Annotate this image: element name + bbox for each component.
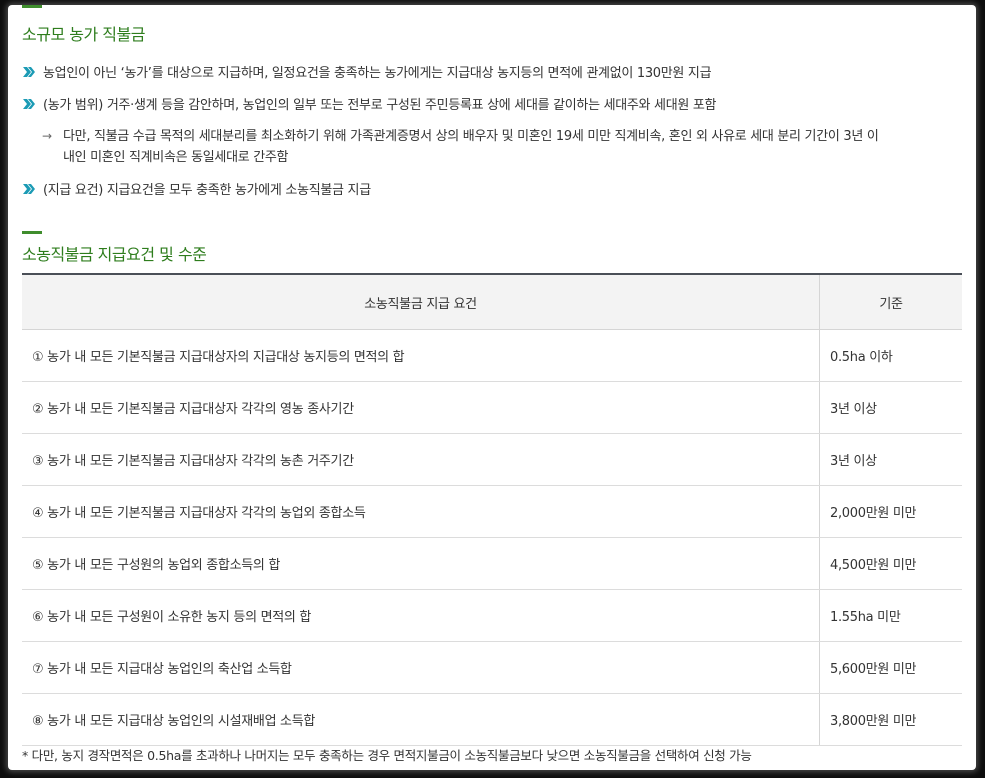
bullet-item: (농가 범위) 거주·생계 등을 감안하며, 농업인의 일부 또는 전부로 구성… — [22, 94, 716, 113]
sub-note: → 다만, 직불금 수급 목적의 세대분리를 최소화하기 위해 가족관계증명서 … — [42, 126, 962, 168]
bullet-item: (지급 요건) 지급요건을 모두 충족한 농가에게 소농직불금 지급 — [22, 179, 371, 198]
table-row: ⑤ 농가 내 모든 구성원의 농업외 종합소득의 합 4,500만원 미만 — [22, 537, 962, 590]
requirement-cell: ⑥ 농가 내 모든 구성원이 소유한 농지 등의 면적의 합 — [22, 589, 820, 642]
requirements-table: 소농직불금 지급 요건 기준 ① 농가 내 모든 기본직불금 지급대상자의 지급… — [22, 273, 962, 746]
footnote: * 다만, 농지 경작면적은 0.5ha를 초과하나 나머지는 모두 충족하는 … — [22, 748, 752, 763]
header-standard: 기준 — [819, 273, 962, 330]
requirement-cell: ⑤ 농가 내 모든 구성원의 농업외 종합소득의 합 — [22, 537, 820, 590]
requirement-cell: ③ 농가 내 모든 기본직불금 지급대상자 각각의 농촌 거주기간 — [22, 433, 820, 486]
arrow-icon: → — [42, 129, 52, 143]
table-body: ① 농가 내 모든 기본직불금 지급대상자의 지급대상 농지등의 면적의 합 0.… — [22, 329, 962, 746]
sub-note-line-2: 내인 미혼인 직계비속은 동일세대로 간주함 — [63, 150, 289, 165]
standard-cell: 4,500만원 미만 — [819, 537, 962, 590]
table-row: ⑥ 농가 내 모든 구성원이 소유한 농지 등의 면적의 합 1.55ha 미만 — [22, 589, 962, 642]
standard-cell: 3년 이상 — [819, 433, 962, 486]
bullet-text: 농업인이 아닌 ‘농가’를 대상으로 지급하며, 일정요건을 충족하는 농가에게… — [43, 66, 712, 81]
section-title-small-farm: 소규모 농가 직불금 — [22, 25, 145, 44]
table-row: ⑦ 농가 내 모든 지급대상 농업인의 축산업 소득합 5,600만원 미만 — [22, 641, 962, 694]
header-requirement: 소농직불금 지급 요건 — [22, 273, 820, 330]
bullet-text: (지급 요건) 지급요건을 모두 충족한 농가에게 소농직불금 지급 — [43, 183, 371, 198]
requirement-cell: ⑦ 농가 내 모든 지급대상 농업인의 축산업 소득합 — [22, 641, 820, 694]
bullet-text: (농가 범위) 거주·생계 등을 감안하며, 농업인의 일부 또는 전부로 구성… — [43, 98, 717, 113]
requirement-cell: ⑧ 농가 내 모든 지급대상 농업인의 시설재배업 소득합 — [22, 693, 820, 746]
double-chevron-icon — [23, 67, 35, 77]
standard-cell: 0.5ha 이하 — [819, 329, 962, 382]
requirement-cell: ① 농가 내 모든 기본직불금 지급대상자의 지급대상 농지등의 면적의 합 — [22, 329, 820, 382]
table-row: ③ 농가 내 모든 기본직불금 지급대상자 각각의 농촌 거주기간 3년 이상 — [22, 433, 962, 486]
sub-note-line-1: 다만, 직불금 수급 목적의 세대분리를 최소화하기 위해 가족관계증명서 상의… — [63, 129, 879, 144]
standard-cell: 1.55ha 미만 — [819, 589, 962, 642]
requirement-cell: ④ 농가 내 모든 기본직불금 지급대상자 각각의 농업외 종합소득 — [22, 485, 820, 538]
section-accent-bar — [22, 5, 42, 8]
double-chevron-icon — [23, 184, 35, 194]
table-header-row: 소농직불금 지급 요건 기준 — [22, 273, 962, 330]
table-row: ① 농가 내 모든 기본직불금 지급대상자의 지급대상 농지등의 면적의 합 0.… — [22, 329, 962, 382]
standard-cell: 5,600만원 미만 — [819, 641, 962, 694]
section-accent-bar — [22, 231, 42, 234]
table-row: ② 농가 내 모든 기본직불금 지급대상자 각각의 영농 종사기간 3년 이상 — [22, 381, 962, 434]
section-title-requirements: 소농직불금 지급요건 및 수준 — [22, 245, 207, 264]
standard-cell: 3,800만원 미만 — [819, 693, 962, 746]
double-chevron-icon — [23, 99, 35, 109]
standard-cell: 2,000만원 미만 — [819, 485, 962, 538]
standard-cell: 3년 이상 — [819, 381, 962, 434]
document-frame: 소규모 농가 직불금 농업인이 아닌 ‘농가’를 대상으로 지급하며, 일정요건… — [8, 5, 976, 770]
bullet-item: 농업인이 아닌 ‘농가’를 대상으로 지급하며, 일정요건을 충족하는 농가에게… — [22, 62, 712, 81]
table-row: ④ 농가 내 모든 기본직불금 지급대상자 각각의 농업외 종합소득 2,000만… — [22, 485, 962, 538]
table-row: ⑧ 농가 내 모든 지급대상 농업인의 시설재배업 소득합 3,800만원 미만 — [22, 693, 962, 746]
requirement-cell: ② 농가 내 모든 기본직불금 지급대상자 각각의 영농 종사기간 — [22, 381, 820, 434]
